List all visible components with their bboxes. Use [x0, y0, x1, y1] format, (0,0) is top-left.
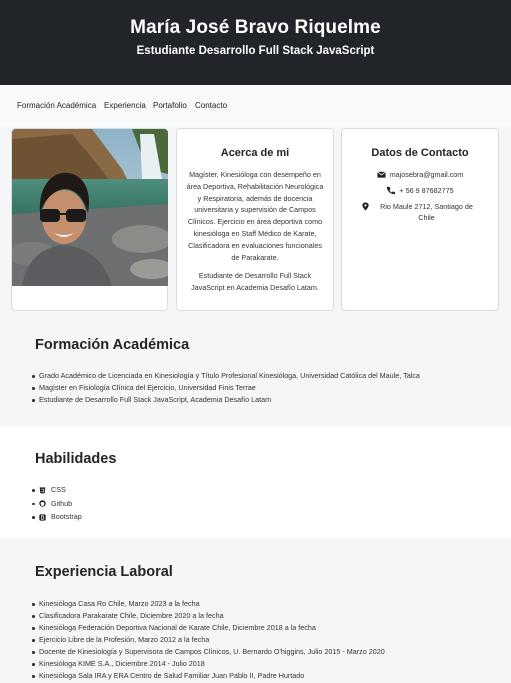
- list-item: Kinesióloga Federación Deportiva Naciona…: [32, 622, 385, 634]
- contact-email[interactable]: majosebra@gmail.com: [390, 169, 464, 180]
- education-title: Formación Académica: [35, 337, 190, 353]
- page-title: María José Bravo Riquelme: [130, 17, 381, 38]
- list-item: CSS: [32, 484, 82, 498]
- page-header: María José Bravo Riquelme Estudiante Des…: [0, 0, 511, 85]
- list-item: Github: [32, 498, 82, 512]
- contact-email-row: majosebra@gmail.com: [342, 169, 498, 180]
- nav-link-contacto[interactable]: Contacto: [195, 101, 227, 110]
- map-marker-icon: [362, 202, 369, 211]
- github-icon: [39, 500, 46, 507]
- contact-phone-row: + 56 9 87682775: [342, 185, 498, 196]
- list-item: Magíster en Fisiología Clínica del Ejerc…: [32, 382, 420, 394]
- education-list: Grado Académico de Licenciada en Kinesio…: [32, 370, 420, 406]
- top-navigation: Formación Académica Experiencia Portafol…: [0, 85, 511, 127]
- education-section: Formación Académica Grado Académico de L…: [0, 311, 511, 427]
- skills-title: Habilidades: [35, 451, 117, 467]
- skill-label: CSS: [51, 485, 66, 494]
- profile-photo-card: [11, 128, 168, 311]
- css3-icon: [39, 486, 46, 494]
- skill-label: Bootstrap: [51, 512, 82, 521]
- contact-title: Datos de Contacto: [371, 147, 469, 159]
- experience-section: Experiencia Laboral Kinesióloga Casa Ro …: [0, 539, 511, 683]
- nav-link-experiencia[interactable]: Experiencia: [104, 101, 146, 110]
- skill-label: Github: [51, 498, 73, 508]
- about-card: Acerca de mi Magíster, Kinesióloga con d…: [176, 128, 334, 311]
- nav-link-formacion[interactable]: Formación Académica: [17, 101, 96, 110]
- page-subtitle: Estudiante Desarrollo Full Stack JavaScr…: [136, 45, 375, 57]
- about-paragraph-1: Magíster, Kinesióloga con desempeño en á…: [186, 170, 324, 262]
- list-item: Clasificadora Parakarate Chile, Diciembr…: [32, 610, 385, 622]
- profile-photo: [12, 129, 168, 286]
- list-item: Kinesióloga Casa Ro Chile, Marzo 2023 a …: [32, 598, 385, 610]
- list-item: Kinesióloga Sala IRA y ERA Centro de Sal…: [32, 670, 385, 682]
- list-item: Grado Académico de Licenciada en Kinesio…: [32, 371, 420, 380]
- contact-address-row: Rio Maule 2712, Santiago de Chile: [342, 201, 498, 223]
- phone-icon: [387, 186, 396, 195]
- skills-list: CSS Github Bootstrap: [32, 484, 82, 525]
- contact-address: Rio Maule 2712, Santiago de Chile: [380, 202, 473, 222]
- about-title: Acerca de mi: [220, 147, 290, 159]
- nav-link-portafolio[interactable]: Portafolio: [153, 101, 187, 110]
- list-item: Estudiante de Desarrollo Full Stack Java…: [32, 394, 420, 406]
- list-item: Ejercicio Libre de la Profesión, Marzo 2…: [32, 634, 385, 646]
- experience-list: Kinesióloga Casa Ro Chile, Marzo 2023 a …: [32, 598, 385, 682]
- contact-phone[interactable]: + 56 9 87682775: [399, 185, 453, 196]
- list-item: Docente de Kinesiología y Supervisora de…: [32, 647, 385, 656]
- list-item: Bootstrap: [32, 511, 82, 525]
- bootstrap-icon: [39, 513, 46, 521]
- contact-card: Datos de Contacto majosebra@gmail.com + …: [341, 128, 499, 311]
- skills-section: Habilidades CSS Github Bootstrap: [0, 427, 511, 539]
- about-paragraph-2: Estudiante de Desarrollo Full Stack Java…: [191, 271, 319, 293]
- envelope-icon: [376, 171, 386, 178]
- list-item: Kinesióloga KIME S.A., Diciembre 2014 - …: [32, 658, 385, 670]
- profile-photo-image: [12, 129, 168, 286]
- experience-title: Experiencia Laboral: [35, 564, 173, 580]
